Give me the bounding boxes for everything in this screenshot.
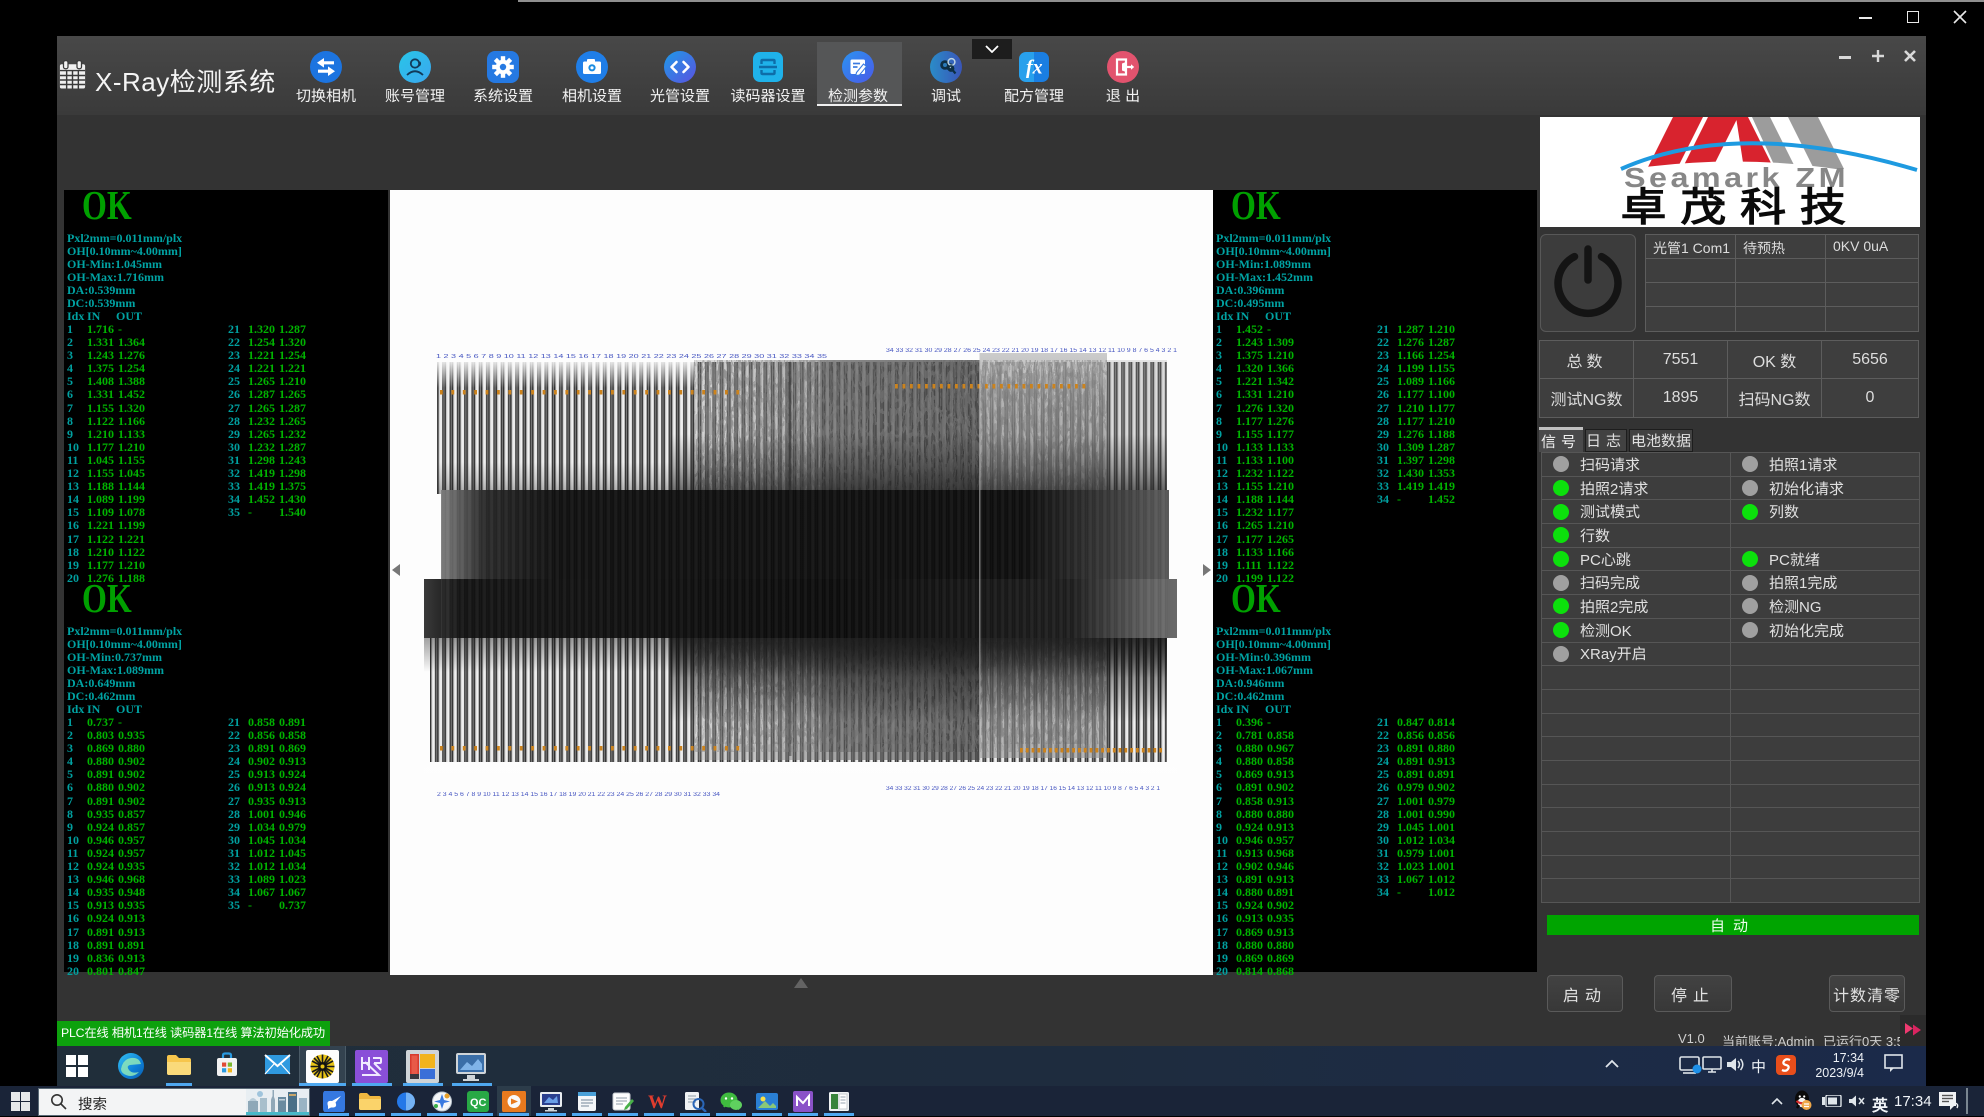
svg-text:2 3 4 5 6 7 8 9 10 11 12 13 14: 2 3 4 5 6 7 8 9 10 11 12 13 14 15 16 17 … [437,792,721,798]
svg-text:34 33 32 31 30 29 28 27 26 25: 34 33 32 31 30 29 28 27 26 25 24 23 22 2… [886,348,1178,354]
svg-text:卓茂科技: 卓茂科技 [1621,176,1860,227]
svg-text:QC: QC [470,1097,487,1109]
svg-text:fx: fx [1026,57,1043,79]
svg-text:34 33 32 31 30 29 28 27 26 25: 34 33 32 31 30 29 28 27 26 25 24 23 22 2… [886,786,1161,792]
svg-text:1 2 3 4 5 6 7 8 9 10 11 12 13: 1 2 3 4 5 6 7 8 9 10 11 12 13 14 15 16 1… [436,354,827,360]
svg-text:W: W [648,1092,667,1112]
